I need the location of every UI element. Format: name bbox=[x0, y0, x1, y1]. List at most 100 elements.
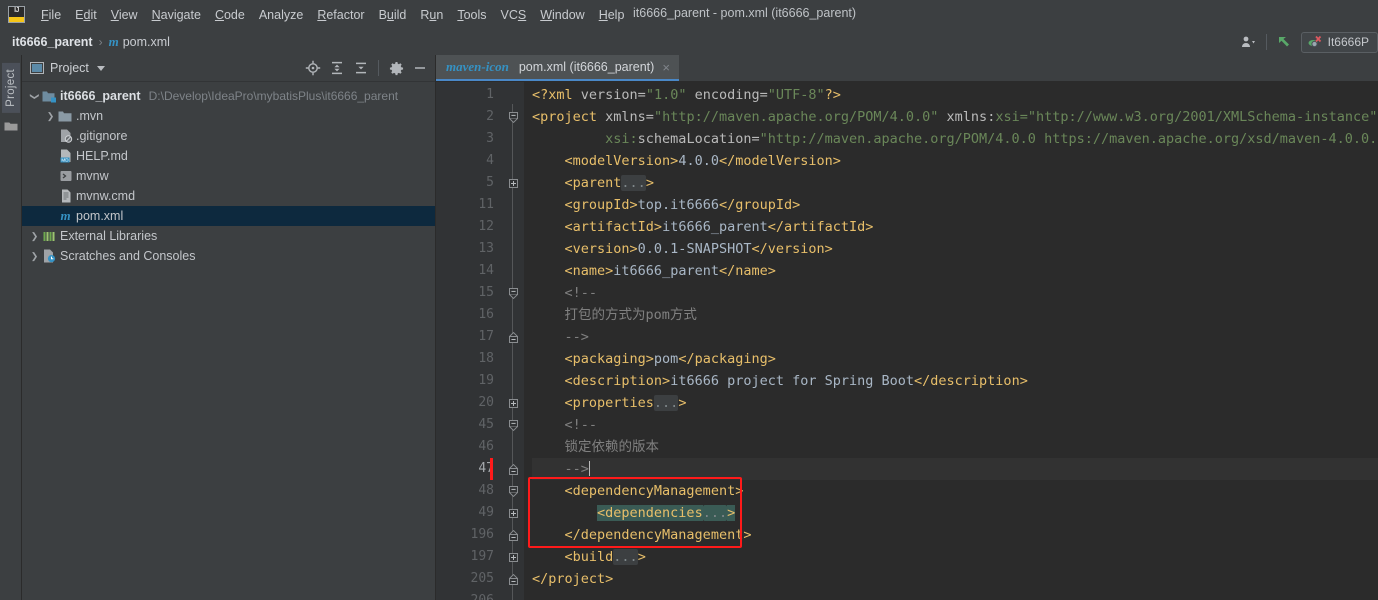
tree-expand-arrow[interactable]: ❯ bbox=[28, 231, 41, 242]
project-panel-title: Project bbox=[50, 61, 89, 75]
settings-gear-icon[interactable] bbox=[385, 57, 407, 79]
folder-icon[interactable] bbox=[4, 119, 18, 137]
tree-item--gitignore[interactable]: .gitignore bbox=[22, 126, 435, 146]
code-line-1[interactable]: <?xml version="1.0" encoding="UTF-8"?> bbox=[532, 84, 1378, 106]
code-line-4[interactable]: <modelVersion>4.0.0</modelVersion> bbox=[532, 150, 1378, 172]
menu-item-file[interactable]: File bbox=[34, 5, 68, 25]
code-line-13[interactable]: <version>0.0.1-SNAPSHOT</version> bbox=[532, 238, 1378, 260]
fold-slot-empty bbox=[502, 150, 524, 172]
maven-icon: m bbox=[108, 34, 119, 49]
code-editor[interactable]: 1 2 3 4 5 11 12 13 14 15 16 17 18 19 20 45 46 47 48 49 196 19… bbox=[436, 82, 1378, 600]
libraries-icon bbox=[41, 230, 58, 243]
fold-expand-icon[interactable] bbox=[508, 508, 518, 518]
code-line-14[interactable]: <name>it6666_parent</name> bbox=[532, 260, 1378, 282]
cmd-file-icon bbox=[57, 189, 74, 203]
menu-item-vcs[interactable]: VCS bbox=[494, 5, 534, 25]
line-number-4: 4 bbox=[486, 153, 494, 168]
tree-item-label: .mvn bbox=[76, 109, 104, 123]
line-number-12: 12 bbox=[478, 219, 494, 234]
locate-icon[interactable] bbox=[302, 57, 324, 79]
chevron-down-icon[interactable] bbox=[96, 65, 105, 71]
minimize-icon[interactable] bbox=[409, 57, 431, 79]
menu-item-help[interactable]: Help bbox=[592, 5, 632, 25]
close-icon[interactable]: × bbox=[662, 60, 670, 75]
menu-item-analyze[interactable]: Analyze bbox=[252, 5, 310, 25]
project-file-tree: ❯ it6666_parent D:\Develop\IdeaPro\mybatis… bbox=[22, 82, 435, 600]
back-arrow-icon[interactable] bbox=[1271, 31, 1297, 53]
tree-expand-arrow[interactable]: ❯ bbox=[29, 90, 40, 103]
menu-item-run[interactable]: Run bbox=[413, 5, 450, 25]
code-line-11[interactable]: <groupId>top.it6666</groupId> bbox=[532, 194, 1378, 216]
line-number-16: 16 bbox=[478, 307, 494, 322]
code-line-205[interactable]: </project> bbox=[532, 568, 1378, 590]
expand-all-icon[interactable] bbox=[326, 57, 348, 79]
tree-item-scratches-and-consoles[interactable]: ❯ Scratches and Consoles bbox=[22, 246, 435, 266]
fold-region-end-icon[interactable] bbox=[508, 573, 518, 585]
code-line-2[interactable]: <project xmlns="http://maven.apache.org/… bbox=[532, 106, 1378, 128]
editor-area: maven-icon pom.xml (it6666_parent) × 123… bbox=[436, 55, 1378, 600]
code-line-18[interactable]: <packaging>pom</packaging> bbox=[532, 348, 1378, 370]
menu-item-window[interactable]: Window bbox=[533, 5, 591, 25]
menu-item-code[interactable]: Code bbox=[208, 5, 252, 25]
collapse-all-icon[interactable] bbox=[350, 57, 372, 79]
code-folding-gutter[interactable] bbox=[502, 82, 524, 600]
script-icon bbox=[57, 169, 74, 183]
menu-item-navigate[interactable]: Navigate bbox=[145, 5, 208, 25]
fold-expand-icon[interactable] bbox=[508, 552, 518, 562]
tree-item-external-libraries[interactable]: ❯ External Libraries bbox=[22, 226, 435, 246]
user-dropdown-icon[interactable] bbox=[1236, 31, 1262, 53]
line-number-197: 197 bbox=[470, 549, 494, 564]
tool-window-button-project[interactable]: Project bbox=[1, 63, 20, 113]
tree-item-label: HELP.md bbox=[76, 149, 128, 163]
menu-item-refactor[interactable]: Refactor bbox=[310, 5, 371, 25]
fold-expand-icon[interactable] bbox=[508, 398, 518, 408]
tree-expand-arrow[interactable]: ❯ bbox=[44, 111, 57, 122]
fold-expand-icon[interactable] bbox=[508, 178, 518, 188]
fold-collapse-icon[interactable] bbox=[508, 287, 518, 299]
menu-item-build[interactable]: Build bbox=[372, 5, 414, 25]
fold-region-end-icon[interactable] bbox=[508, 463, 518, 475]
code-line-3[interactable]: xsi:schemaLocation="http://maven.apache.… bbox=[532, 128, 1378, 150]
code-line-16[interactable]: 打包的方式为pom方式 bbox=[532, 304, 1378, 326]
fold-region-end-icon[interactable] bbox=[508, 331, 518, 343]
breadcrumb-file[interactable]: pom.xml bbox=[123, 35, 170, 49]
tree-item-pom-xml[interactable]: m pom.xml bbox=[22, 206, 435, 226]
line-number-19: 19 bbox=[478, 373, 494, 388]
fold-slot-empty bbox=[502, 260, 524, 282]
code-line-47[interactable]: --> bbox=[532, 458, 1378, 480]
code-line-49[interactable]: <dependencies...> bbox=[532, 502, 1378, 524]
editor-tab-pom-xml[interactable]: maven-icon pom.xml (it6666_parent) × bbox=[436, 55, 679, 81]
tree-item-mvnw-cmd[interactable]: mvnw.cmd bbox=[22, 186, 435, 206]
code-line-5[interactable]: <parent...> bbox=[532, 172, 1378, 194]
run-configuration-selector[interactable]: It6666P bbox=[1300, 31, 1378, 53]
tree-item-mvnw[interactable]: mvnw bbox=[22, 166, 435, 186]
code-line-12[interactable]: <artifactId>it6666_parent</artifactId> bbox=[532, 216, 1378, 238]
menu-item-edit[interactable]: Edit bbox=[68, 5, 104, 25]
line-number-49: 49 bbox=[478, 505, 494, 520]
tree-item-help-md[interactable]: MD HELP.md bbox=[22, 146, 435, 166]
fold-collapse-icon[interactable] bbox=[508, 485, 518, 497]
breadcrumb-project[interactable]: it6666_parent bbox=[12, 35, 93, 49]
code-line-19[interactable]: <description>it6666 project for Spring B… bbox=[532, 370, 1378, 392]
menu-item-tools[interactable]: Tools bbox=[450, 5, 493, 25]
code-line-48[interactable]: <dependencyManagement> bbox=[532, 480, 1378, 502]
line-number-18: 18 bbox=[478, 351, 494, 366]
tree-expand-arrow[interactable]: ❯ bbox=[28, 251, 41, 262]
code-line-196[interactable]: </dependencyManagement> bbox=[532, 524, 1378, 546]
fold-collapse-icon[interactable] bbox=[508, 111, 518, 123]
code-line-46[interactable]: 锁定依赖的版本 bbox=[532, 436, 1378, 458]
tree-item--mvn[interactable]: ❯ .mvn bbox=[22, 106, 435, 126]
line-number-48: 48 bbox=[478, 483, 494, 498]
menu-item-view[interactable]: View bbox=[104, 5, 145, 25]
folder-icon bbox=[57, 110, 74, 123]
tree-item-it6666-parent[interactable]: ❯ it6666_parent D:\Develop\IdeaPro\mybatis… bbox=[22, 86, 435, 106]
code-line-20[interactable]: <properties...> bbox=[532, 392, 1378, 414]
code-line-17[interactable]: --> bbox=[532, 326, 1378, 348]
highlight-marker-line bbox=[490, 458, 493, 480]
code-line-197[interactable]: <build...> bbox=[532, 546, 1378, 568]
fold-region-end-icon[interactable] bbox=[508, 529, 518, 541]
code-content[interactable]: <?xml version="1.0" encoding="UTF-8"?> <p… bbox=[524, 82, 1378, 600]
fold-collapse-icon[interactable] bbox=[508, 419, 518, 431]
code-line-45[interactable]: <!-- bbox=[532, 414, 1378, 436]
code-line-15[interactable]: <!-- bbox=[532, 282, 1378, 304]
